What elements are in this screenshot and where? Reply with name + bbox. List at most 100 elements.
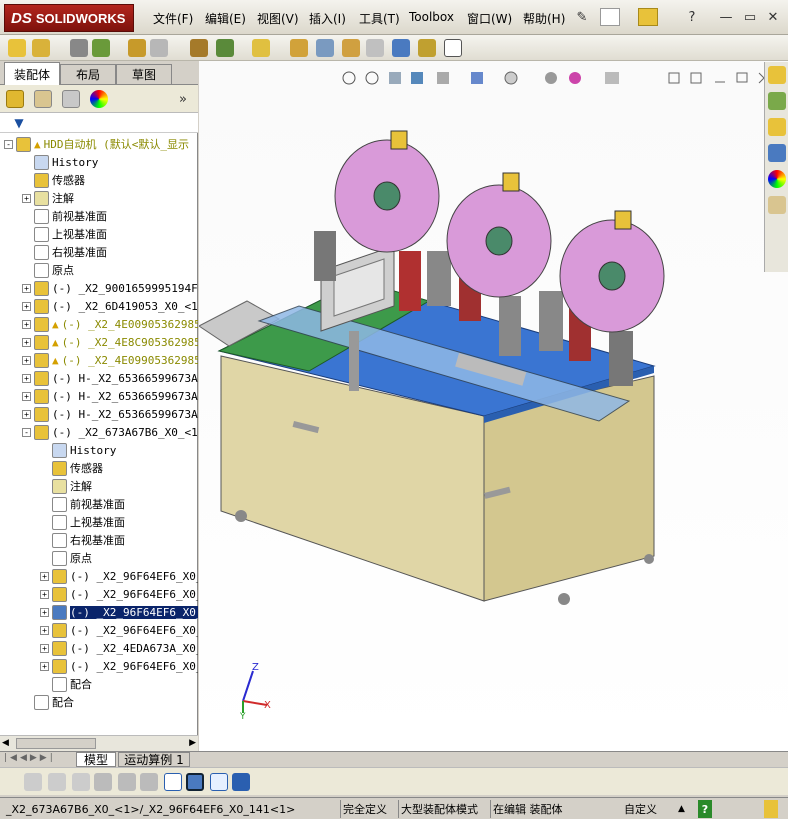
shaded-view-icon[interactable] [186, 773, 204, 791]
home-icon[interactable] [768, 66, 786, 84]
assembly-features-icon[interactable] [216, 39, 234, 57]
view-orientation-icon[interactable] [437, 72, 449, 84]
expand-icon[interactable]: + [40, 571, 49, 581]
expand-icon[interactable]: + [22, 319, 31, 329]
tab-scroll-arrows[interactable]: |◀◀▶▶| [4, 753, 56, 763]
view-palette-icon[interactable] [768, 144, 786, 162]
graphics-area[interactable]: Z X Y [199, 61, 788, 751]
file-explorer-icon[interactable] [768, 118, 786, 136]
tree-item[interactable]: History [40, 441, 116, 459]
explode-line-sketch-icon[interactable] [366, 39, 384, 57]
tree-item[interactable]: + (-) H-_X2_65366599673A678 [22, 387, 198, 405]
feature-tree-icon[interactable] [6, 90, 24, 108]
assembly-feature-icon[interactable] [32, 39, 50, 57]
new-motion-study-icon[interactable] [290, 39, 308, 57]
expand-icon[interactable]: + [22, 193, 31, 203]
expand-icon[interactable]: + [22, 337, 31, 347]
tree-item[interactable]: + ▲(-) _X2_4E8C905362985F2 [22, 333, 198, 351]
zoom-to-fit-icon[interactable] [342, 71, 356, 85]
tree-item[interactable]: 传感器 [40, 459, 103, 477]
tree-item[interactable]: 右视基准面 [22, 243, 107, 261]
view-settings-icon[interactable] [605, 72, 619, 84]
expand-icon[interactable]: + [40, 625, 49, 635]
chevron-right-icon[interactable]: » [176, 91, 190, 107]
tree-item[interactable]: 注解 [40, 477, 92, 495]
tree-item[interactable]: 传感器 [22, 171, 85, 189]
collapse-icon[interactable]: - [4, 139, 13, 149]
tree-item[interactable]: 前视基准面 [22, 207, 107, 225]
menu-help[interactable]: 帮助(H) [523, 10, 565, 27]
tab-model[interactable]: 模型 [76, 752, 116, 767]
collapse-icon[interactable]: - [22, 427, 31, 437]
apply-scene-icon[interactable] [569, 72, 581, 84]
expand-icon[interactable]: + [40, 589, 49, 599]
tree-item[interactable]: 配合 [40, 675, 92, 693]
coordinate-icon[interactable] [164, 773, 182, 791]
units-arrow-icon[interactable]: ▲ [676, 800, 687, 818]
edit-appearance-icon[interactable] [545, 72, 557, 84]
viewport-restore-icon[interactable] [736, 72, 748, 83]
tree-item[interactable]: - ▲ HDD自动机 (默认<默认_显示 [4, 135, 189, 153]
tab-sketch[interactable]: 草图 [116, 64, 172, 84]
custom-properties-icon[interactable] [768, 196, 786, 214]
tree-item[interactable]: + (-) _X2_9001659995194F4D_ [22, 279, 198, 297]
previous-view-icon[interactable] [389, 72, 401, 84]
standard-views-icon[interactable] [24, 773, 42, 791]
display-style-icon[interactable] [471, 72, 483, 84]
expand-icon[interactable]: + [40, 607, 49, 617]
tree-item[interactable]: 前视基准面 [40, 495, 125, 513]
expand-icon[interactable]: + [40, 643, 49, 653]
exploded-view-icon[interactable] [342, 39, 360, 57]
tab-layout[interactable]: 布局 [60, 64, 116, 84]
tree-item[interactable]: 配合 [22, 693, 74, 711]
tree-filter-bar[interactable]: ▼ [0, 113, 198, 133]
tree-item[interactable]: + (-) _X2_96F64EF6_X0_16 [40, 657, 198, 675]
design-library-icon[interactable] [768, 92, 786, 110]
tree-item[interactable]: - (-) _X2_673A67B6_X0_<1> ( [22, 423, 198, 441]
filter-icon[interactable]: ▼ [8, 115, 30, 131]
tree-item[interactable]: 原点 [22, 261, 74, 279]
save-icon[interactable] [232, 773, 250, 791]
property-manager-icon[interactable] [34, 90, 52, 108]
open-folder-icon[interactable] [638, 8, 658, 26]
tree-item[interactable]: + ▲(-) _X2_4E00905362985F2 [22, 315, 198, 333]
tree-item[interactable]: + (-) H-_X2_65366599673A678 [22, 405, 198, 423]
appearances-icon[interactable] [768, 170, 786, 188]
hide-show-items-icon[interactable] [504, 71, 518, 85]
help-status-icon[interactable]: ? [698, 800, 712, 818]
new-document-icon[interactable] [600, 8, 620, 26]
horizontal-scrollbar[interactable]: ◀ ▶ [0, 735, 198, 751]
split-view-icon[interactable] [668, 72, 680, 84]
hdd-machine-model[interactable] [199, 101, 759, 681]
expand-icon[interactable]: + [22, 283, 31, 293]
tree-item[interactable]: + (-) _X2_4EDA673A_X0_<1 [40, 639, 198, 657]
expand-icon[interactable]: + [40, 661, 49, 671]
scroll-right-icon[interactable]: ▶ [189, 738, 196, 748]
linear-pattern-icon[interactable] [92, 39, 110, 57]
scroll-thumb[interactable] [16, 738, 96, 749]
menu-edit[interactable]: 编辑(E) [205, 10, 246, 27]
menu-insert[interactable]: 插入(I) [309, 10, 346, 27]
tree-item[interactable]: 原点 [40, 549, 92, 567]
tree-item[interactable]: History [22, 153, 98, 171]
insert-component-icon[interactable] [8, 39, 26, 57]
section-view-icon[interactable] [411, 72, 423, 84]
tab-motion-study[interactable]: 运动算例 1 [118, 752, 190, 767]
menu-view[interactable]: 视图(V) [257, 10, 299, 27]
menu-toolbox[interactable]: Toolbox [409, 10, 454, 24]
menu-tools[interactable]: 工具(T) [359, 10, 400, 27]
tree-item[interactable]: + (-) _X2_96F64EF6_X0_15 [40, 567, 198, 585]
expand-icon[interactable]: + [22, 373, 31, 383]
expand-icon[interactable]: + [22, 409, 31, 419]
solidworks-logo[interactable]: DS SOLIDWORKS [4, 4, 134, 32]
rotate-icon[interactable] [72, 773, 90, 791]
tree-item[interactable]: 上视基准面 [40, 513, 125, 531]
tab-assembly[interactable]: 装配体 [4, 62, 60, 85]
tree-item[interactable]: + 注解 [22, 189, 74, 207]
table-icon[interactable] [210, 773, 228, 791]
list-icon[interactable] [94, 773, 112, 791]
expand-icon[interactable]: + [22, 391, 31, 401]
dimension-icon[interactable] [140, 773, 158, 791]
tree-item[interactable]: + (-) _X2_6D419053_X0_<1> ( [22, 297, 198, 315]
rebuild-icon[interactable] [764, 800, 778, 818]
